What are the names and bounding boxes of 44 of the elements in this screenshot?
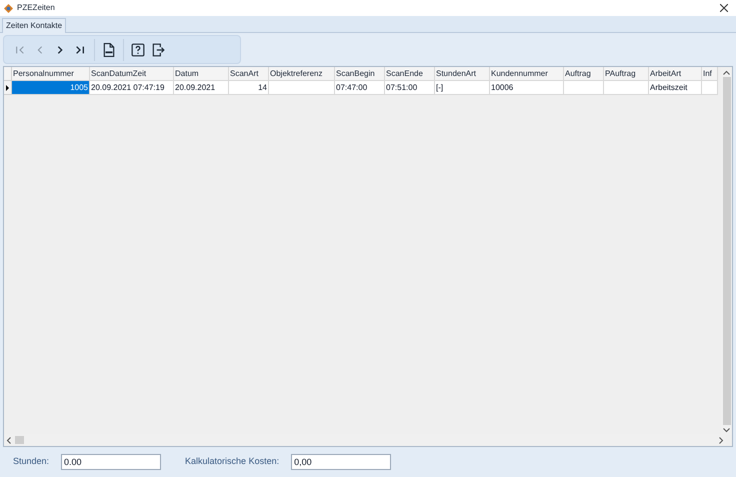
app-icon [4,4,13,12]
table-cell: Arbeitszeit [649,81,702,95]
scroll-right-icon[interactable] [719,436,724,444]
scroll-down-icon[interactable] [723,425,730,435]
row-header[interactable] [4,81,12,95]
column-header[interactable]: ScanArt [229,67,269,81]
table-cell: 07:47:00 [335,81,385,95]
table-cell: 20.09.2021 07:47:19 [90,81,174,95]
table-cell: 14 [229,81,269,95]
table-cell [702,81,718,95]
table-cell [269,81,335,95]
column-header[interactable]: PAuftrag [604,67,649,81]
input-field[interactable]: 0.00 [61,454,162,470]
column-header[interactable]: Personalnummer [12,67,90,81]
column-header[interactable]: Kundennummer [490,67,564,81]
table-cell: 20.09.2021 [174,81,229,95]
window-title: PZEZeiten [17,2,55,14]
column-header[interactable]: StundenArt [435,67,490,81]
column-header[interactable]: Objektreferenz [269,67,335,81]
field-label: Stunden: [13,455,50,468]
table-cell: 1005 [12,81,90,95]
table-cell [564,81,604,95]
help-icon[interactable] [130,42,146,58]
tab[interactable]: Zeiten Kontakte [2,18,66,33]
scroll-left-icon[interactable] [6,436,11,444]
column-header[interactable]: ScanDatumZeit [90,67,174,81]
column-header[interactable]: ScanEnde [385,67,435,81]
column-header[interactable]: Inf [702,67,718,81]
close-icon[interactable] [720,4,728,12]
scrollbar-thumb[interactable] [15,436,24,444]
table-cell: 10006 [490,81,564,95]
column-header[interactable]: Auftrag [564,67,604,81]
column-header[interactable]: ScanBegin [335,67,385,81]
field-label: Kalkulatorische Kosten: [185,455,280,468]
table-cell: [-] [435,81,490,95]
column-header[interactable]: ArbeitArt [649,67,702,81]
table-cell [604,81,649,95]
input-field[interactable]: 0,00 [291,454,392,470]
scrollbar-thumb[interactable] [722,77,730,425]
exit-icon[interactable] [150,42,166,58]
row-pointer-icon [6,84,9,90]
document-icon[interactable] [101,42,117,58]
table-cell: 07:51:00 [385,81,435,95]
column-header[interactable]: Datum [174,67,229,81]
